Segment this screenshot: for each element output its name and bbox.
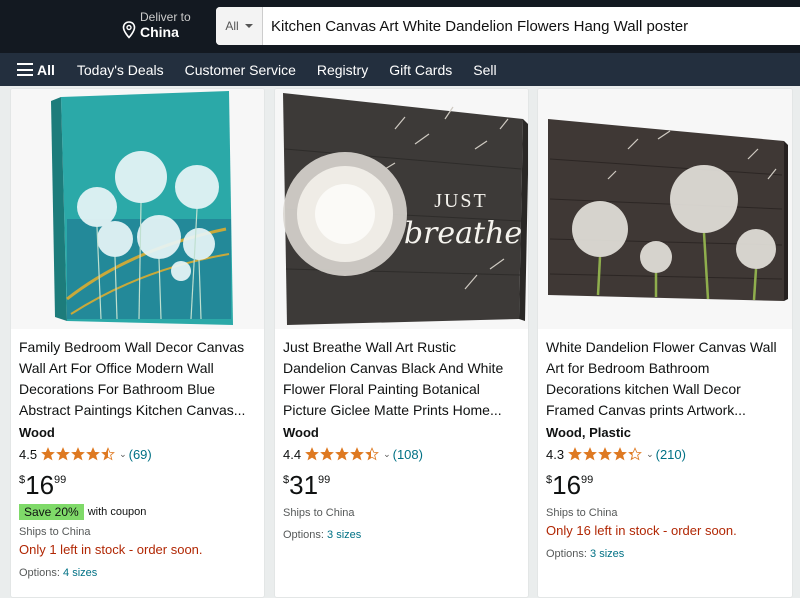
nav-item-todays-deals[interactable]: Today's Deals [77, 62, 164, 78]
product-rating: 4.4 ⌄ (108) [283, 444, 520, 464]
options-label: Options: [19, 567, 60, 579]
search-category-label: All [225, 19, 239, 33]
options-link[interactable]: 4 sizes [63, 567, 97, 579]
product-image-canvas-just-breathe: JUST breathe [275, 89, 528, 329]
nav-bar: All Today's Deals Customer Service Regis… [0, 53, 800, 86]
location-pin-icon [122, 21, 136, 39]
hamburger-icon [17, 63, 33, 76]
product-card: White Dandelion Flower Canvas Wall Art f… [537, 88, 793, 598]
coupon-row: Save 20% with coupon [19, 504, 256, 520]
star-icon [71, 447, 85, 461]
product-title[interactable]: Family Bedroom Wall Decor Canvas Wall Ar… [19, 337, 256, 421]
chevron-down-icon[interactable]: ⌄ [119, 449, 127, 460]
star-icon [335, 447, 349, 461]
star-icon [365, 447, 379, 461]
star-icon [628, 447, 642, 461]
price-whole: 31 [289, 470, 319, 500]
product-card: JUST breathe Just Breathe Wall Art Rusti… [274, 88, 529, 598]
review-count-link[interactable]: (210) [656, 447, 686, 462]
search-category-dropdown[interactable]: All [216, 7, 263, 45]
product-rating: 4.3 ⌄ (210) [546, 444, 784, 464]
star-icon [56, 447, 70, 461]
product-image-canvas-teal [11, 89, 264, 329]
star-icon [305, 447, 319, 461]
rating-value: 4.3 [546, 446, 565, 462]
coupon-text: with coupon [87, 506, 147, 518]
rating-value: 4.4 [283, 446, 302, 462]
deliver-to-location[interactable]: Deliver to China [122, 11, 191, 40]
nav-item-customer-service[interactable]: Customer Service [185, 62, 296, 78]
chevron-down-icon[interactable]: ⌄ [383, 449, 391, 460]
product-image[interactable] [538, 89, 792, 329]
all-menu-label: All [37, 61, 55, 78]
deliver-label: Deliver to [140, 10, 191, 24]
options-label: Options: [546, 548, 587, 560]
rating-value: 4.5 [19, 446, 38, 462]
price-fraction: 99 [318, 474, 331, 486]
search-input[interactable] [263, 8, 800, 44]
options-row: Options: 4 sizes [19, 567, 256, 579]
review-count-link[interactable]: (69) [129, 447, 152, 462]
options-label: Options: [283, 529, 324, 541]
product-material: Wood, Plastic [546, 425, 631, 440]
stock-warning: Only 16 left in stock - order soon. [546, 523, 737, 538]
shipping-text: Ships to China [283, 507, 355, 519]
shipping-text: Ships to China [546, 507, 618, 519]
options-row: Options: 3 sizes [546, 548, 784, 560]
shipping-text: Ships to China [19, 526, 91, 538]
star-icon [613, 447, 627, 461]
search-bar: All [216, 7, 800, 45]
star-rating-icon[interactable] [305, 447, 380, 461]
options-row: Options: 3 sizes [283, 529, 520, 541]
price-fraction: 99 [54, 474, 67, 486]
deliver-country: China [140, 24, 179, 40]
review-count-link[interactable]: (108) [393, 447, 423, 462]
price-fraction: 99 [581, 474, 594, 486]
product-price[interactable]: $ 31 99 [283, 471, 520, 501]
product-price[interactable]: $ 16 99 [19, 471, 256, 501]
coupon-badge[interactable]: Save 20% [19, 504, 84, 520]
product-price[interactable]: $ 16 99 [546, 471, 784, 501]
price-whole: 16 [25, 470, 55, 500]
nav-item-gift-cards[interactable]: Gift Cards [389, 62, 452, 78]
star-icon [101, 447, 115, 461]
star-icon [86, 447, 100, 461]
stock-warning: Only 1 left in stock - order soon. [19, 542, 203, 557]
nav-item-registry[interactable]: Registry [317, 62, 368, 78]
star-icon [41, 447, 55, 461]
product-material: Wood [283, 425, 319, 440]
product-image[interactable] [11, 89, 264, 329]
nav-item-sell[interactable]: Sell [473, 62, 496, 78]
price-whole: 16 [552, 470, 582, 500]
image-caption-breathe: breathe [404, 216, 522, 251]
top-header: Deliver to China All [0, 0, 800, 53]
product-card: Family Bedroom Wall Decor Canvas Wall Ar… [10, 88, 265, 598]
options-link[interactable]: 3 sizes [327, 529, 361, 541]
star-icon [583, 447, 597, 461]
product-rating: 4.5 ⌄ (69) [19, 444, 256, 464]
star-rating-icon[interactable] [568, 447, 643, 461]
image-caption-just: JUST [434, 190, 488, 212]
caret-down-icon [244, 24, 253, 28]
star-icon [350, 447, 364, 461]
product-title[interactable]: White Dandelion Flower Canvas Wall Art f… [546, 337, 784, 421]
chevron-down-icon[interactable]: ⌄ [646, 449, 654, 460]
star-icon [568, 447, 582, 461]
star-rating-icon[interactable] [41, 447, 116, 461]
product-title[interactable]: Just Breathe Wall Art Rustic Dandelion C… [283, 337, 520, 421]
all-menu-button[interactable]: All [17, 62, 55, 78]
product-material: Wood [19, 425, 55, 440]
product-image-canvas-dark-wood [538, 89, 792, 329]
star-icon [598, 447, 612, 461]
options-link[interactable]: 3 sizes [590, 548, 624, 560]
product-image[interactable]: JUST breathe [275, 89, 528, 329]
star-icon [320, 447, 334, 461]
